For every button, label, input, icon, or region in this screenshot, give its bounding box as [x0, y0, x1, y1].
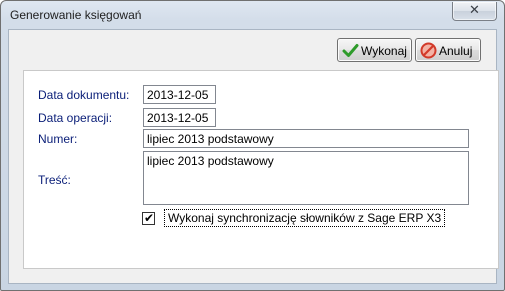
window-title: Generowanie księgowań — [10, 8, 142, 22]
no-entry-icon — [420, 42, 437, 59]
numer-field[interactable] — [143, 129, 469, 148]
numer-label: Numer: — [38, 132, 78, 146]
cancel-label: Anuluj — [439, 44, 473, 58]
tresc-textarea[interactable]: lipiec 2013 podstawowy — [143, 151, 469, 205]
tresc-label: Treść: — [38, 173, 71, 187]
data-dokumentu-label: Data dokumentu: — [38, 88, 130, 102]
cancel-button[interactable]: Anuluj — [415, 38, 481, 62]
close-button[interactable]: ✕ — [452, 2, 497, 21]
data-operacji-field[interactable] — [143, 108, 216, 127]
data-dokumentu-field[interactable] — [143, 85, 216, 104]
execute-label: Wykonaj — [361, 44, 407, 58]
check-icon — [342, 44, 359, 57]
checkmark-icon: ✔ — [144, 211, 155, 225]
title-bar[interactable]: Generowanie księgowań ✕ — [1, 1, 504, 29]
data-operacji-label: Data operacji: — [38, 111, 113, 125]
close-icon: ✕ — [469, 3, 480, 18]
sync-checkbox[interactable]: ✔ — [142, 211, 155, 225]
execute-button[interactable]: Wykonaj — [337, 38, 412, 62]
sync-checkbox-label[interactable]: Wykonaj synchronizację słowników z Sage … — [164, 209, 446, 227]
